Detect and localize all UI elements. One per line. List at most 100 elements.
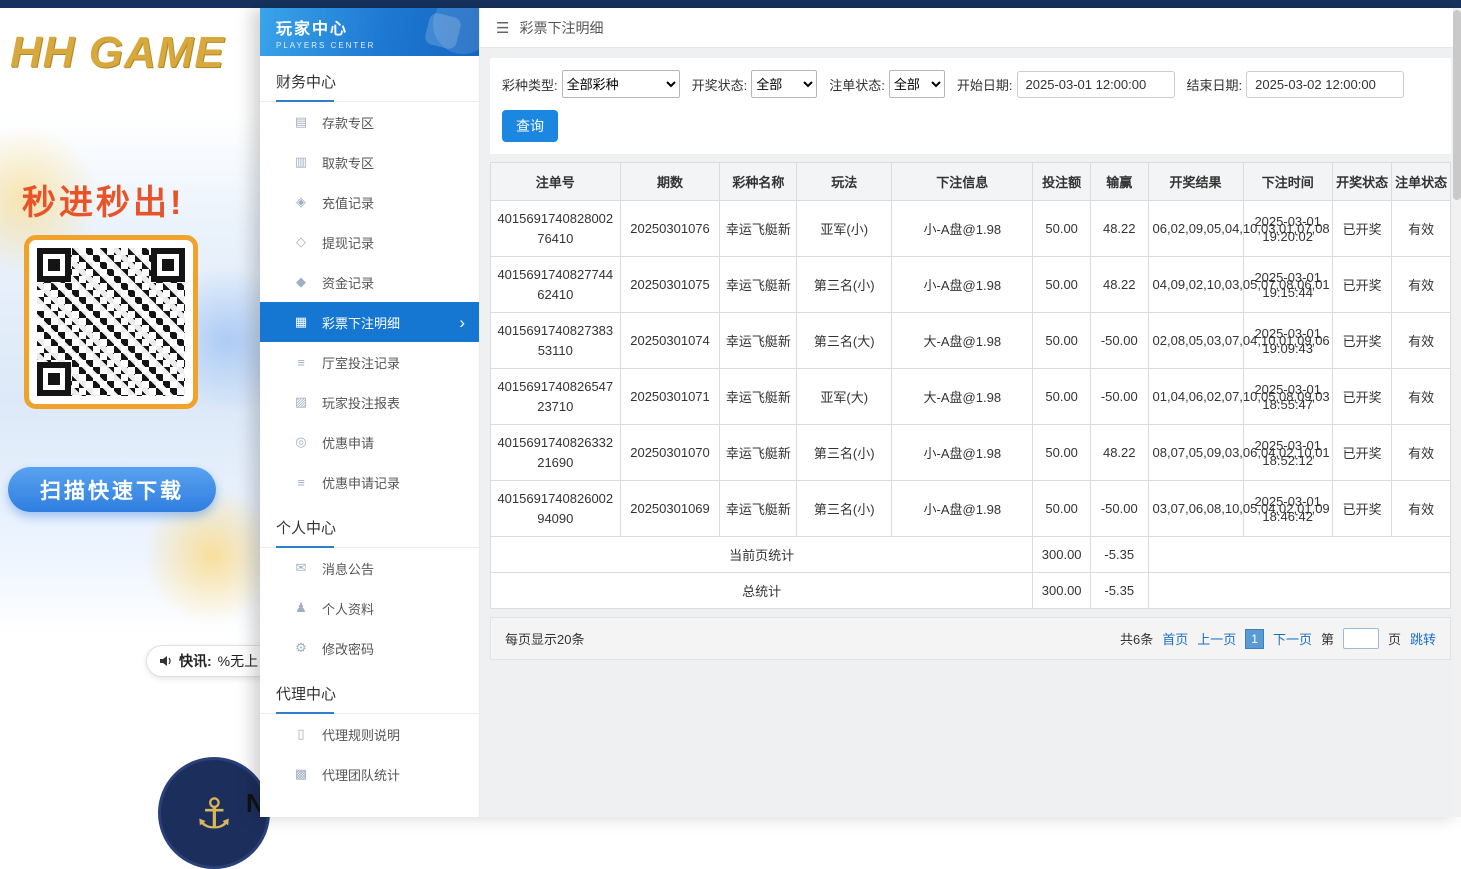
column-header: 投注额 — [1033, 163, 1091, 201]
sidebar-item-player-bet-report[interactable]: ▨ 玩家投注报表 › — [260, 382, 479, 422]
sidebar-subtitle: PLAYERS CENTER — [276, 41, 479, 50]
qr-pattern — [37, 248, 185, 396]
sidebar-section-title: 代理中心 — [260, 668, 479, 714]
sidebar-item-agent-rules[interactable]: ▯ 代理规则说明 › — [260, 714, 479, 754]
withdraw-icon: ▥ — [292, 154, 310, 170]
summary-win-loss: -5.35 — [1090, 573, 1148, 609]
sidebar-item-announcement[interactable]: ✉ 消息公告 › — [260, 548, 479, 588]
column-header: 彩种名称 — [720, 163, 797, 201]
hall-bet-records-icon: ≡ — [292, 355, 310, 370]
cell: 有效 — [1392, 201, 1451, 257]
sidebar-item-password[interactable]: ⚙ 修改密码 › — [260, 628, 479, 668]
download-button[interactable]: 扫描快速下载 — [8, 467, 216, 512]
cell: 有效 — [1392, 369, 1451, 425]
cell: 20250301069 — [620, 481, 720, 537]
cell: 50.00 — [1033, 201, 1091, 257]
page-suffix: 页 — [1388, 629, 1401, 648]
topbar: ☰ 彩票下注明细 — [480, 8, 1461, 48]
jump-link[interactable]: 跳转 — [1410, 629, 1436, 648]
profile-icon: ♟ — [292, 600, 310, 616]
pagination-bar: 每页显示20条 共6条 首页 上一页 1 下一页 第 页 跳转 — [490, 617, 1451, 660]
password-icon: ⚙ — [292, 640, 310, 656]
main-content: ☰ 彩票下注明细 彩种类型: 全部彩种 开奖状态: 全部 注单状态 — [480, 8, 1461, 817]
sidebar-section-title: 财务中心 — [260, 56, 479, 102]
next-page-link[interactable]: 下一页 — [1273, 629, 1312, 648]
cell: 20250301071 — [620, 369, 720, 425]
sidebar-item-label: 修改密码 — [322, 639, 374, 658]
summary-label: 总统计 — [491, 573, 1033, 609]
sidebar-item-promo-apply[interactable]: ◎ 优惠申请 › — [260, 422, 479, 462]
summary-empty — [1148, 537, 1450, 573]
sidebar-item-label: 代理团队统计 — [322, 765, 400, 784]
cell: 03,07,06,08,10,05,04,02,01,09 — [1148, 481, 1243, 537]
sidebar-section-title: 个人中心 — [260, 502, 479, 548]
current-page[interactable]: 1 — [1245, 629, 1264, 649]
end-date-input[interactable] — [1246, 71, 1404, 98]
first-page-link[interactable]: 首页 — [1162, 629, 1188, 648]
cell: 已开奖 — [1332, 481, 1392, 537]
sidebar-section: 个人中心 ✉ 消息公告 › ♟ 个人资料 › ⚙ 修改密码 › — [260, 502, 479, 668]
sidebar-item-recharge-records[interactable]: ◈ 充值记录 › — [260, 182, 479, 222]
fund-records-icon: ◆ — [292, 274, 310, 290]
cell: 幸运飞艇新 — [720, 313, 797, 369]
cell: 20250301076 — [620, 201, 720, 257]
sidebar-section: 财务中心 ▤ 存款专区 › ▥ 取款专区 › ◈ 充值记录 › ◇ 提现记录 ›… — [260, 56, 479, 502]
sidebar-item-label: 优惠申请记录 — [322, 473, 400, 492]
lottery-type-select[interactable]: 全部彩种 — [562, 70, 680, 98]
summary-bet-total: 300.00 — [1033, 573, 1091, 609]
sidebar-item-promo-apply-records[interactable]: ≡ 优惠申请记录 › — [260, 462, 479, 502]
scrollbar-thumb[interactable] — [1453, 10, 1461, 200]
cell: 401569174082800276410 — [491, 201, 621, 257]
sidebar-item-label: 存款专区 — [322, 113, 374, 132]
sidebar-section: 代理中心 ▯ 代理规则说明 › ▩ 代理团队统计 › — [260, 668, 479, 794]
sidebar-item-label: 充值记录 — [322, 193, 374, 212]
sidebar-item-label: 优惠申请 — [322, 433, 374, 452]
chevron-right-icon: › — [459, 314, 469, 331]
pager: 共6条 首页 上一页 1 下一页 第 页 跳转 — [1120, 628, 1436, 649]
order-status-select[interactable]: 全部 — [889, 70, 945, 98]
cell: 50.00 — [1033, 257, 1091, 313]
sidebar-item-withdrawal-records[interactable]: ◇ 提现记录 › — [260, 222, 479, 262]
end-date-label: 结束日期: — [1187, 75, 1243, 94]
sidebar-item-label: 代理规则说明 — [322, 725, 400, 744]
query-button[interactable]: 查询 — [502, 110, 558, 142]
top-navy-strip — [0, 0, 1461, 8]
bets-table-card: 注单号期数彩种名称玩法下注信息投注额输赢开奖结果下注时间开奖状态注单状态 401… — [490, 162, 1451, 609]
draw-status-select[interactable]: 全部 — [751, 70, 817, 98]
cell: 48.22 — [1090, 425, 1148, 481]
cell: 幸运飞艇新 — [720, 425, 797, 481]
cell: 第三名(小) — [797, 257, 892, 313]
sidebar-item-deposit[interactable]: ▤ 存款专区 › — [260, 102, 479, 142]
deposit-icon: ▤ — [292, 114, 310, 130]
sidebar-item-profile[interactable]: ♟ 个人资料 › — [260, 588, 479, 628]
cell: 已开奖 — [1332, 369, 1392, 425]
order-status-label: 注单状态: — [829, 75, 885, 94]
cell: 401569174082633221690 — [491, 425, 621, 481]
table-row: 40156917408260029409020250301069幸运飞艇新第三名… — [491, 481, 1451, 537]
sidebar-item-withdraw[interactable]: ▥ 取款专区 › — [260, 142, 479, 182]
column-header: 注单号 — [491, 163, 621, 201]
site-logo: HH GAME — [10, 28, 225, 78]
total-count: 共6条 — [1120, 629, 1153, 648]
prev-page-link[interactable]: 上一页 — [1197, 629, 1236, 648]
promo-apply-icon: ◎ — [292, 434, 310, 450]
sidebar-item-agent-team-stats[interactable]: ▩ 代理团队统计 › — [260, 754, 479, 794]
sidebar-item-label: 消息公告 — [322, 559, 374, 578]
sidebar-item-hall-bet-records[interactable]: ≡ 厅室投注记录 › — [260, 342, 479, 382]
start-date-input[interactable] — [1017, 71, 1175, 98]
page-jump-input[interactable] — [1343, 628, 1379, 649]
sidebar-item-lottery-bet-details[interactable]: ▦ 彩票下注明细 › — [260, 302, 479, 342]
cell: 401569174082738353110 — [491, 313, 621, 369]
column-header: 下注信息 — [892, 163, 1033, 201]
cell: 48.22 — [1090, 201, 1148, 257]
cell: 有效 — [1392, 313, 1451, 369]
sidebar-item-label: 提现记录 — [322, 233, 374, 252]
cell: 亚军(小) — [797, 201, 892, 257]
cell: 50.00 — [1033, 369, 1091, 425]
cell: 已开奖 — [1332, 425, 1392, 481]
cell: 幸运飞艇新 — [720, 201, 797, 257]
promo-banner: 秒进秒出! 扫描快速下载 — [0, 115, 262, 635]
sidebar-item-fund-records[interactable]: ◆ 资金记录 › — [260, 262, 479, 302]
cell: 幸运飞艇新 — [720, 369, 797, 425]
hamburger-icon[interactable]: ☰ — [496, 19, 509, 37]
